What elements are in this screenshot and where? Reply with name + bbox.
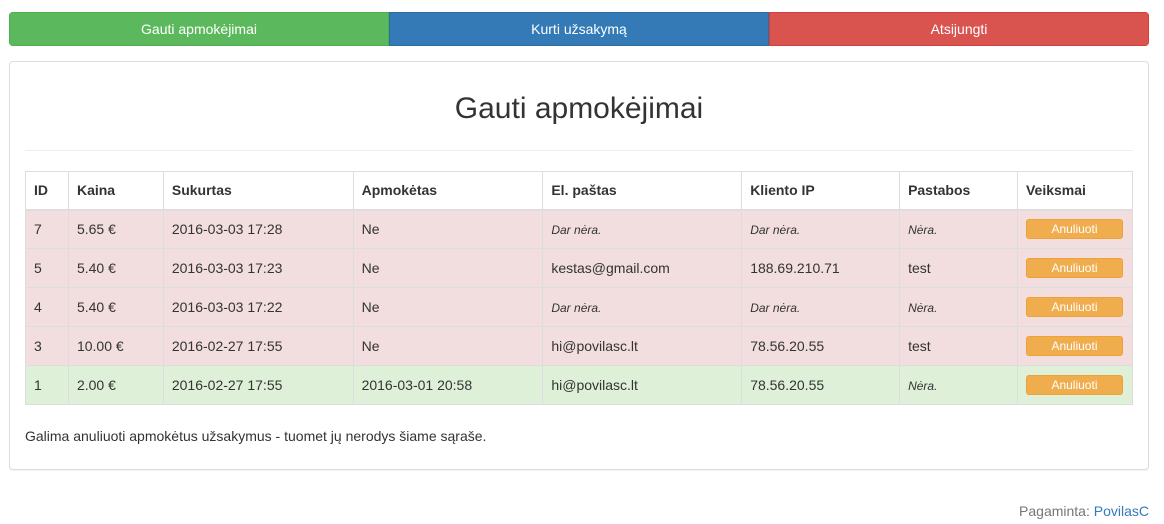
cell-paid: Ne (352, 209, 544, 249)
cell-price: 5.40 € (67, 287, 164, 327)
column-header-actions: Veiksmai (1016, 171, 1134, 211)
cell-id: 4 (25, 287, 69, 327)
cell-notes: Nėra. (899, 287, 1018, 327)
cancel-info-note: Galima anuliuoti apmokėtus užsakymus - t… (25, 428, 487, 444)
cell-actions: Anuliuoti (1016, 365, 1134, 405)
page-title: Gauti apmokėjimai (454, 92, 704, 125)
notes-placeholder: Nėra. (908, 223, 938, 238)
cell-id: 7 (25, 209, 69, 249)
notes-placeholder: Nėra. (908, 379, 938, 393)
table-row: 5 5.40 € 2016-03-03 17:23 Ne kestas@gmai… (25, 248, 1134, 288)
cell-client-ip: 78.56.20.55 (741, 365, 901, 405)
column-header-paid: Apmokėtas (352, 171, 544, 211)
top-nav: Gauti apmokėjimai Kurti užsakymą Atsijun… (9, 12, 1149, 46)
title-divider (25, 150, 1133, 151)
column-header-created: Sukurtas (162, 171, 354, 211)
cell-created: 2016-02-27 17:55 (162, 326, 354, 366)
cancel-order-button[interactable]: Anuliuoti (1025, 336, 1123, 356)
column-header-client-ip: Kliento IP (741, 171, 901, 211)
email-placeholder: Dar nėra. (551, 223, 602, 238)
table-row: 4 5.40 € 2016-03-03 17:22 Ne Dar nėra. D… (25, 287, 1134, 327)
cell-created: 2016-02-27 17:55 (162, 365, 354, 405)
notes-placeholder: Nėra. (908, 301, 938, 315)
cell-email: kestas@gmail.com (542, 248, 743, 288)
ip-placeholder: Dar nėra. (750, 301, 801, 315)
table-row: 7 5.65 € 2016-03-03 17:28 Ne Dar nėra. D… (25, 209, 1134, 249)
cell-email: hi@povilasc.lt (542, 326, 743, 366)
cell-client-ip: 188.69.210.71 (741, 248, 901, 288)
cell-paid: Ne (352, 287, 544, 327)
cell-paid: Ne (352, 248, 544, 288)
received-payments-button[interactable]: Gauti apmokėjimai (9, 12, 389, 46)
cancel-order-button[interactable]: Anuliuoti (1025, 375, 1123, 395)
column-header-notes: Pastabos (899, 171, 1018, 211)
cell-client-ip: Dar nėra. (741, 287, 901, 327)
cell-price: 2.00 € (67, 365, 164, 405)
email-placeholder: Dar nėra. (551, 301, 602, 315)
create-order-button[interactable]: Kurti užsakymą (389, 12, 769, 46)
cell-client-ip: Dar nėra. (741, 209, 901, 249)
cell-actions: Anuliuoti (1016, 287, 1134, 327)
cell-id: 5 (25, 248, 69, 288)
cell-actions: Anuliuoti (1016, 248, 1134, 288)
logout-button[interactable]: Atsijungti (769, 12, 1149, 46)
column-header-price: Kaina (67, 171, 164, 211)
author-link[interactable]: PovilasC (1094, 503, 1149, 519)
cell-client-ip: 78.56.20.55 (741, 326, 901, 366)
cell-actions: Anuliuoti (1016, 326, 1134, 366)
cell-notes: Nėra. (899, 209, 1018, 249)
cell-price: 5.65 € (67, 209, 164, 249)
ip-placeholder: Dar nėra. (750, 223, 801, 238)
cell-id: 1 (25, 365, 69, 405)
cell-price: 5.40 € (67, 248, 164, 288)
column-header-id: ID (25, 171, 69, 211)
column-header-email: El. paštas (542, 171, 743, 211)
cell-notes: Nėra. (899, 365, 1018, 405)
payments-panel: Gauti apmokėjimai ID Kaina Sukurtas Apmo… (9, 61, 1149, 470)
table-row: 1 2.00 € 2016-02-27 17:55 2016-03-01 20:… (25, 365, 1134, 405)
table-row: 3 10.00 € 2016-02-27 17:55 Ne hi@povilas… (25, 326, 1134, 366)
footer-prefix: Pagaminta: (1019, 503, 1090, 519)
payments-table: ID Kaina Sukurtas Apmokėtas El. paštas K… (25, 171, 1134, 405)
cell-notes: test (899, 326, 1018, 366)
cell-id: 3 (25, 326, 69, 366)
cell-email: hi@povilasc.lt (542, 365, 743, 405)
cell-price: 10.00 € (67, 326, 164, 366)
footer: Pagaminta: PovilasC (1019, 503, 1149, 519)
cell-created: 2016-03-03 17:23 (162, 248, 354, 288)
cell-notes: test (899, 248, 1018, 288)
cell-email: Dar nėra. (542, 287, 743, 327)
cell-paid: 2016-03-01 20:58 (352, 365, 544, 405)
cancel-order-button[interactable]: Anuliuoti (1025, 219, 1123, 240)
cell-created: 2016-03-03 17:22 (162, 287, 354, 327)
cell-created: 2016-03-03 17:28 (162, 209, 354, 249)
cell-email: Dar nėra. (542, 209, 743, 249)
cell-paid: Ne (352, 326, 544, 366)
cell-actions: Anuliuoti (1016, 209, 1134, 249)
table-header-row: ID Kaina Sukurtas Apmokėtas El. paštas K… (25, 171, 1134, 211)
cancel-order-button[interactable]: Anuliuoti (1025, 258, 1123, 278)
cancel-order-button[interactable]: Anuliuoti (1025, 297, 1123, 317)
